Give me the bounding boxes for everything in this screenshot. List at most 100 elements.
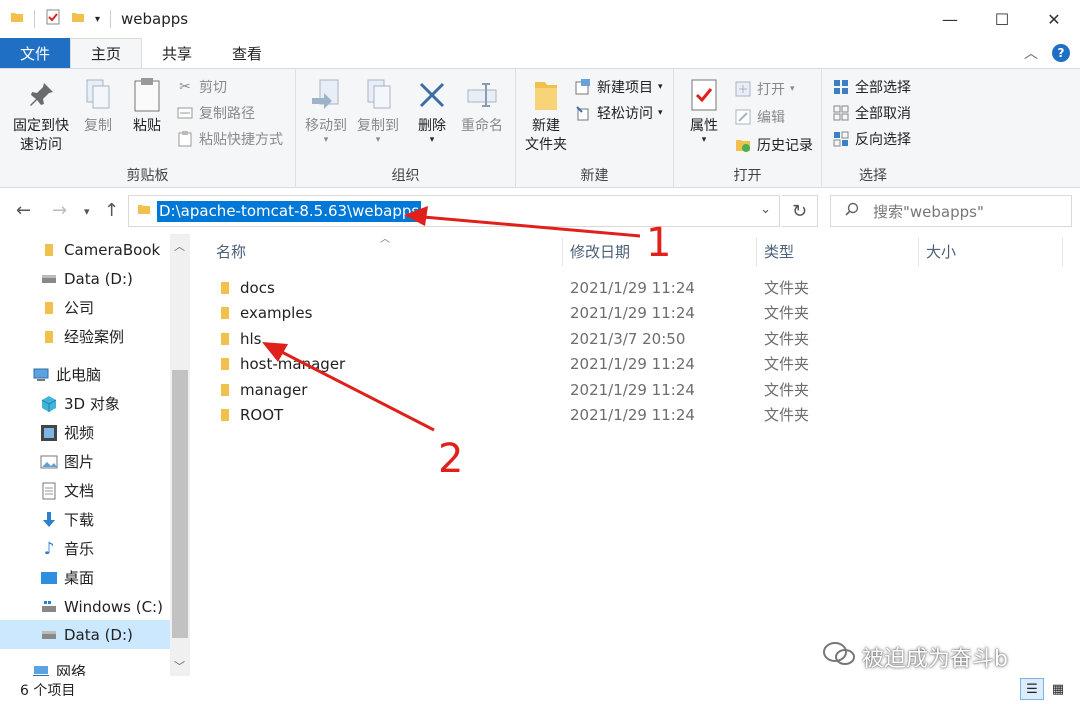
nav-item-network[interactable]: 网络 <box>0 657 170 676</box>
open-icon <box>734 80 752 98</box>
tab-file[interactable]: 文件 <box>0 38 70 68</box>
nav-item-cases[interactable]: 经验案例 <box>0 322 170 351</box>
help-icon[interactable]: ? <box>1052 44 1070 62</box>
folder-icon <box>218 402 232 427</box>
nav-item-windows-c[interactable]: Windows (C:) <box>0 592 170 621</box>
properties-check-icon[interactable] <box>45 9 61 29</box>
new-folder-button[interactable]: 新建 文件夹 <box>520 75 572 155</box>
folder-icon <box>10 10 24 28</box>
rename-button[interactable]: 重命名 <box>458 75 506 136</box>
item-count: 6 个项目 <box>20 683 76 699</box>
copy-button[interactable]: 复制 <box>78 75 118 136</box>
column-header-size[interactable]: 大小 <box>926 234 956 268</box>
table-row[interactable]: examples 2021/1/29 11:24 文件夹 <box>204 300 1064 325</box>
address-chevron-down-icon[interactable]: ⌄ <box>760 202 771 217</box>
refresh-button[interactable]: ↻ <box>782 195 818 227</box>
search-input[interactable]: 搜索"webapps" <box>830 195 1072 227</box>
new-folder-icon[interactable] <box>71 10 85 28</box>
rename-icon <box>464 75 500 115</box>
column-divider[interactable] <box>918 238 919 266</box>
nav-item-pictures[interactable]: 图片 <box>0 447 170 476</box>
scroll-thumb[interactable] <box>172 370 188 638</box>
new-item-button[interactable]: 新建项目 ▾ <box>574 77 663 97</box>
chevron-up-icon[interactable]: ︿ <box>1024 43 1038 63</box>
nav-item-music[interactable]: ♪ 音乐 <box>0 534 170 563</box>
network-icon <box>32 663 50 676</box>
recent-chevron-down-icon[interactable]: ▾ <box>84 205 90 218</box>
column-header-date[interactable]: 修改日期 <box>570 234 630 268</box>
delete-x-icon <box>414 75 450 115</box>
tab-share[interactable]: 共享 <box>142 38 212 68</box>
forward-arrow-icon[interactable]: → <box>52 200 67 221</box>
pin-quick-access-button[interactable]: 固定到快 速访问 <box>8 75 74 155</box>
tab-home[interactable]: 主页 <box>70 38 143 68</box>
column-header-name[interactable]: 名称 <box>216 234 246 268</box>
close-button[interactable]: ✕ <box>1028 0 1080 38</box>
nav-item-this-pc[interactable]: 此电脑 <box>0 360 170 389</box>
nav-item-videos[interactable]: 视频 <box>0 418 170 447</box>
navigation-pane: CameraBook Data (D:) 公司 经验案例 此电脑 3D 对象 视… <box>0 234 192 676</box>
chevron-down-icon[interactable]: ▾ <box>95 14 100 25</box>
column-divider[interactable] <box>1062 238 1063 266</box>
select-all-button[interactable]: 全部选择 <box>832 77 911 97</box>
details-view-icon[interactable]: ☰ <box>1020 678 1044 700</box>
folder-icon <box>218 300 232 325</box>
column-divider[interactable] <box>756 238 757 266</box>
move-to-button[interactable]: 移动到 ▾ <box>302 75 350 145</box>
edit-button[interactable]: 编辑 <box>734 107 785 127</box>
title-bar: ▾ webapps — ☐ ✕ <box>0 0 1080 38</box>
file-list: ︿ 名称 修改日期 类型 大小 docs 2021/1/29 11:24 文件夹… <box>192 234 1080 676</box>
column-divider[interactable] <box>562 238 563 266</box>
properties-button[interactable]: 属性 ▾ <box>684 75 724 145</box>
cut-button[interactable]: ✂ 剪切 <box>176 77 227 97</box>
nav-item-company[interactable]: 公司 <box>0 293 170 322</box>
scroll-down-icon[interactable]: ﹀ <box>174 658 185 674</box>
file-type: 文件夹 <box>764 279 810 297</box>
paste-button[interactable]: 粘贴 <box>126 75 168 136</box>
table-row[interactable]: docs 2021/1/29 11:24 文件夹 <box>204 275 1064 300</box>
delete-button[interactable]: 删除 ▾ <box>414 75 450 145</box>
large-icons-view-icon[interactable]: ▦ <box>1046 678 1070 700</box>
up-arrow-icon[interactable]: ↑ <box>104 200 119 221</box>
minimize-button[interactable]: — <box>924 0 976 38</box>
paste-shortcut-icon <box>176 130 194 148</box>
address-path[interactable]: D:\apache-tomcat-8.5.63\webapps <box>157 200 422 222</box>
select-none-button[interactable]: 全部取消 <box>832 103 911 123</box>
invert-selection-icon <box>832 130 850 148</box>
history-button[interactable]: 历史记录 <box>734 135 813 155</box>
nav-scrollbar[interactable]: ︿ ﹀ <box>170 234 190 676</box>
nav-item-downloads[interactable]: 下载 <box>0 505 170 534</box>
file-name: ROOT <box>240 405 284 424</box>
clipboard-icon <box>129 75 165 115</box>
address-bar[interactable]: D:\apache-tomcat-8.5.63\webapps ⌄ <box>128 195 780 227</box>
folder-icon <box>137 202 151 220</box>
invert-selection-button[interactable]: 反向选择 <box>832 129 911 149</box>
table-row[interactable]: manager 2021/1/29 11:24 文件夹 <box>204 377 1064 402</box>
maximize-button[interactable]: ☐ <box>976 0 1028 38</box>
paste-shortcut-button[interactable]: 粘贴快捷方式 <box>176 129 283 149</box>
open-group: 属性 ▾ 打开 ▾ 编辑 历史记录 打开 <box>674 69 822 188</box>
column-header-type[interactable]: 类型 <box>764 234 794 268</box>
nav-item-data-d[interactable]: Data (D:) <box>0 264 170 293</box>
address-row: ← → ▾ ↑ D:\apache-tomcat-8.5.63\webapps … <box>0 188 1080 234</box>
nav-item-data-d-selected[interactable]: Data (D:) <box>0 620 170 649</box>
easy-access-button[interactable]: 轻松访问 ▾ <box>574 103 663 123</box>
open-button[interactable]: 打开 ▾ <box>734 79 795 99</box>
nav-item-3d-objects[interactable]: 3D 对象 <box>0 389 170 418</box>
table-row[interactable]: hls 2021/3/7 20:50 文件夹 <box>204 326 1064 351</box>
copy-to-button[interactable]: 复制到 ▾ <box>354 75 402 145</box>
scroll-up-icon[interactable]: ︿ <box>174 238 185 254</box>
nav-item-desktop[interactable]: 桌面 <box>0 563 170 592</box>
nav-item-documents[interactable]: 文档 <box>0 476 170 505</box>
table-row[interactable]: ROOT 2021/1/29 11:24 文件夹 <box>204 402 1064 427</box>
back-arrow-icon[interactable]: ← <box>16 200 31 221</box>
tab-view[interactable]: 查看 <box>212 38 282 68</box>
table-row[interactable]: host-manager 2021/1/29 11:24 文件夹 <box>204 351 1064 376</box>
folder-icon <box>218 275 232 300</box>
quick-access-toolbar: ▾ <box>0 9 112 29</box>
organize-group: 移动到 ▾ 复制到 ▾ 删除 ▾ 重命名 组织 <box>296 69 516 188</box>
document-icon <box>40 482 58 500</box>
nav-item-camerabook[interactable]: CameraBook <box>0 235 170 264</box>
select-all-icon <box>832 78 850 96</box>
copy-path-button[interactable]: 复制路径 <box>176 103 255 123</box>
